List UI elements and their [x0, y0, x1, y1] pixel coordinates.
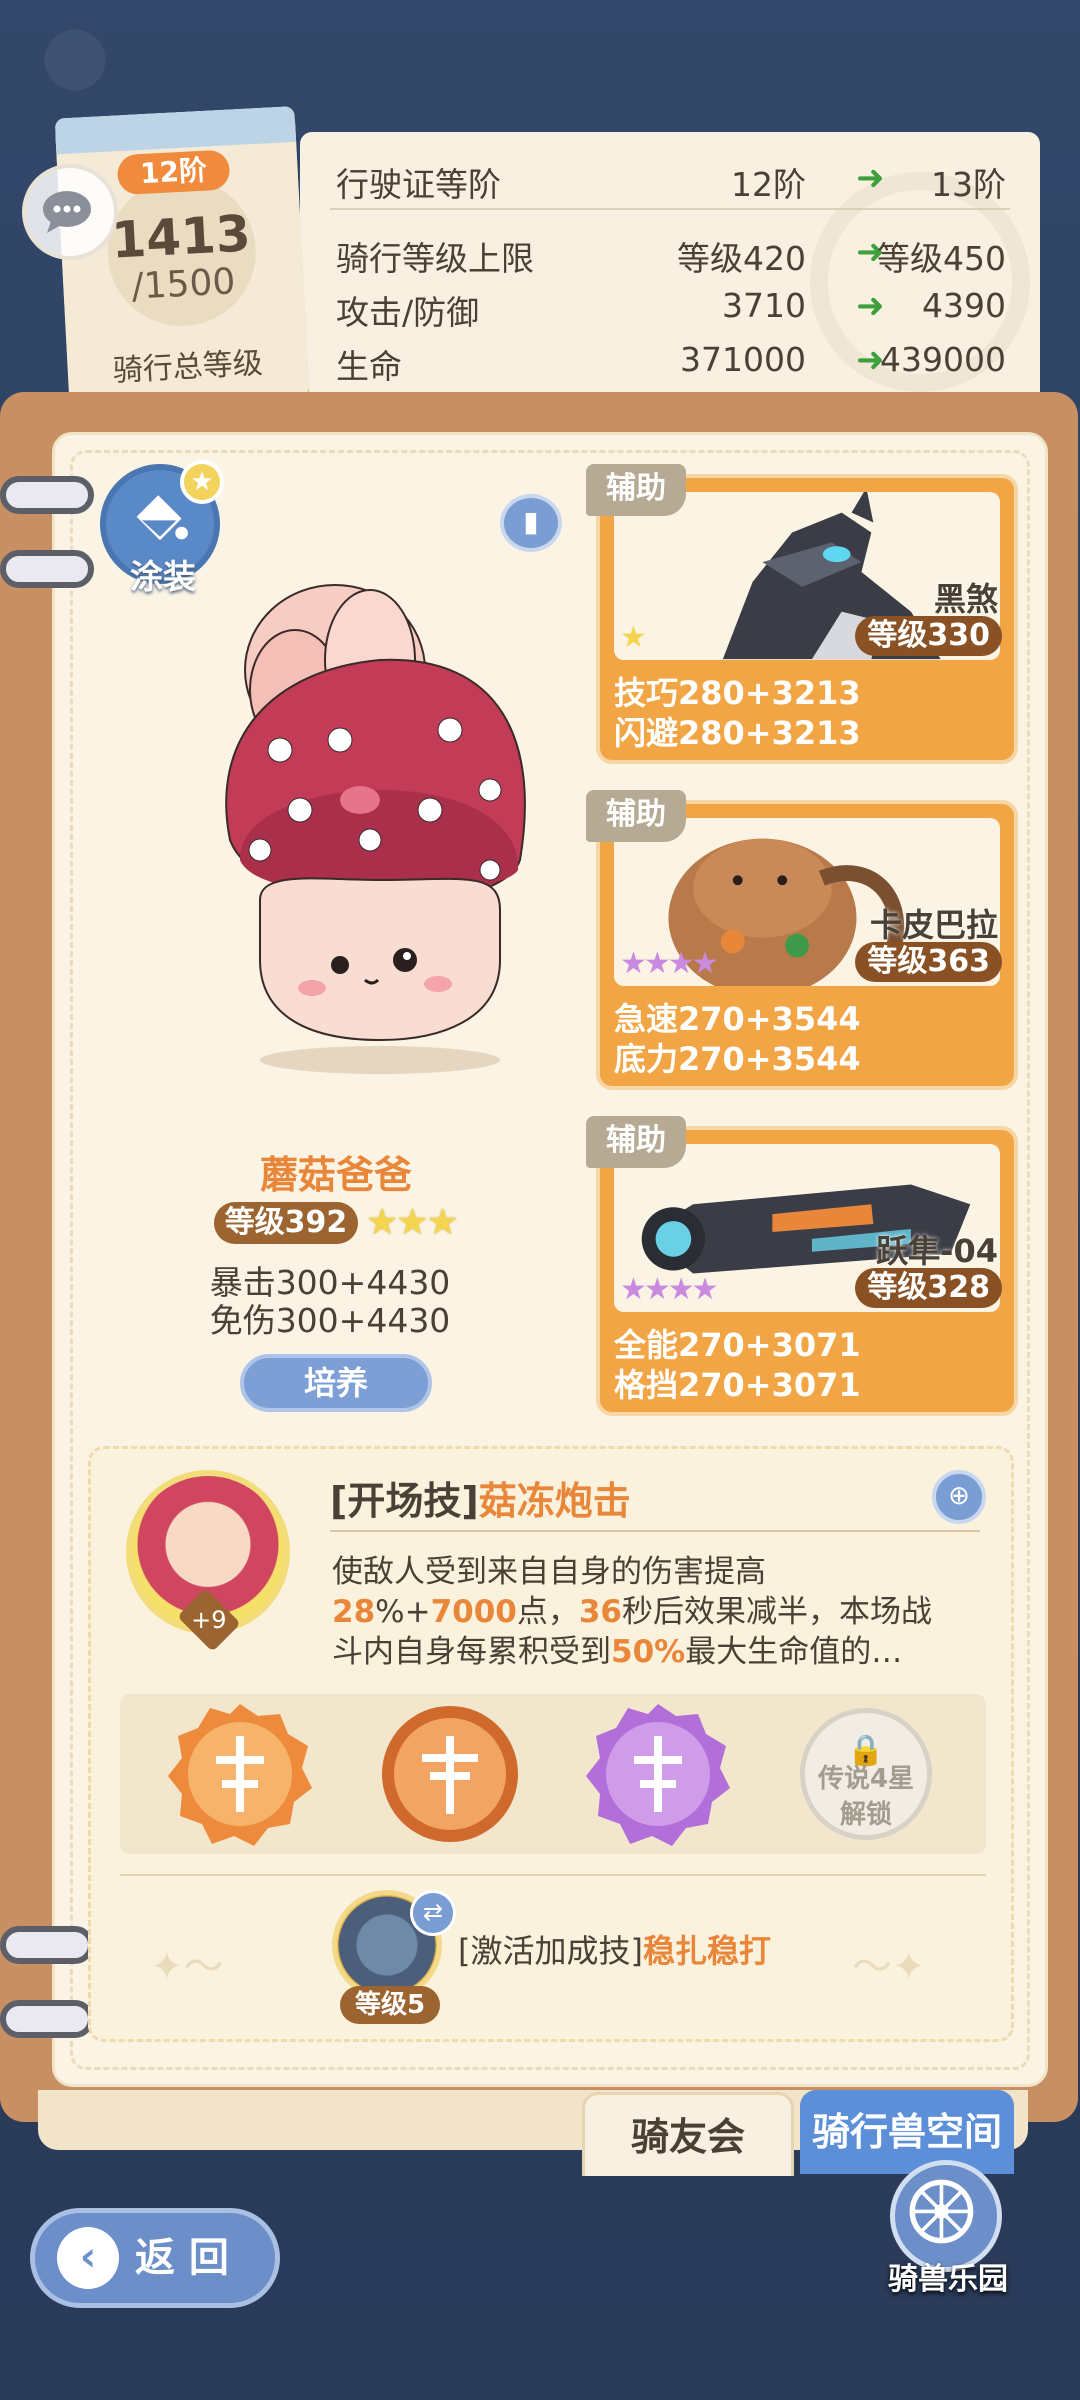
divider: [330, 208, 1010, 210]
mushroom-mount-image: [225, 584, 526, 1074]
binder-ring: [0, 476, 94, 514]
row-next: 等级450: [877, 239, 1006, 278]
helper-stat: 底力270+3544: [614, 1040, 861, 1078]
helper-stars: ★★★★: [620, 946, 719, 981]
bonus-level-badge: 等级5: [340, 1986, 440, 2024]
helper-tag: 辅助: [586, 790, 686, 842]
mount-name: 蘑菇爸爸: [259, 1153, 412, 1197]
binder-ring: [0, 550, 94, 588]
helper-stat: 格挡270+3071: [614, 1366, 861, 1404]
mount-stars: ★★★: [366, 1202, 459, 1243]
chat-icon: [43, 191, 91, 233]
skill-text: 秒后效果减半，本场战: [622, 1594, 932, 1630]
skill-plus-value: +9: [191, 1605, 227, 1634]
skill-text: 最大生命值的…: [685, 1634, 903, 1670]
upgrade-row: 骑行等级上限 等级420 ➜ 等级450: [336, 224, 1016, 278]
skill-value: 36: [578, 1594, 622, 1630]
row-next: 439000: [880, 340, 1006, 379]
rank-badge: 12阶: [116, 149, 231, 196]
helper-name: 跃隼-04: [876, 1232, 998, 1270]
row-label: 攻击/防御: [336, 293, 480, 332]
skill-value: 50%: [611, 1634, 686, 1670]
locked-text: 传说4星: [817, 1764, 915, 1794]
total-level-card: 12阶 1413 /1500 骑行总等级: [54, 105, 310, 409]
total-level-caption: 骑行总等级: [111, 345, 264, 389]
skill-value: 7000: [430, 1594, 517, 1630]
binder-ring: [0, 2000, 94, 2038]
mount-level-badge: 等级392: [214, 1202, 358, 1244]
helper-tag: 辅助: [586, 464, 686, 516]
helper-level: 等级363: [855, 942, 1002, 982]
locked-text: 解锁: [839, 1800, 892, 1830]
row-label: 骑行等级上限: [336, 239, 534, 278]
skill-desc-line: 斗内自身每累积受到50%最大生命值的…: [332, 1626, 992, 1671]
skill-title: [开场技]菇冻炮击: [330, 1470, 631, 1525]
back-button[interactable]: ‹ 返 回: [30, 2208, 280, 2308]
helper-card-2[interactable]: 辅助 卡皮巴拉 等级363 ★★★★ 急速270+3544 底力270+3544: [586, 790, 1018, 1090]
helper-stars: ★: [620, 620, 647, 655]
skill-desc-line: 28%+7000点，36秒后效果减半，本场战: [332, 1586, 992, 1631]
row-label: 生命: [336, 347, 402, 386]
divider: [120, 1874, 986, 1876]
upgrade-stats-card: 行驶证等阶 12阶 ➜ 13阶 骑行等级上限 等级420 ➜ 等级450 攻击/…: [300, 132, 1040, 412]
row-next: 4390: [922, 286, 1006, 325]
back-arrow-icon: ‹: [57, 2227, 119, 2289]
zoom-icon[interactable]: ⊕: [932, 1470, 986, 1524]
skill-text: 斗内自身每累积受到: [332, 1634, 611, 1670]
helper-name: 卡皮巴拉: [869, 906, 998, 944]
rune-purple-icon[interactable]: [584, 1700, 732, 1848]
row-current: 371000: [680, 340, 806, 379]
helper-stat: 闪避280+3213: [614, 714, 861, 752]
tab-rider-club[interactable]: 骑友会: [582, 2092, 794, 2176]
rune-bronze-icon[interactable]: [378, 1702, 522, 1846]
star-icon: ★: [180, 460, 224, 504]
upgrade-row: 行驶证等阶 12阶 ➜ 13阶: [336, 150, 1016, 204]
skill-desc-line: 使敌人受到来自自身的伤害提高: [332, 1554, 766, 1590]
helper-card-1[interactable]: 辅助 黑煞 等级330 ★ 技巧280+3213 闪避280+3213: [586, 464, 1018, 764]
chat-button[interactable]: [22, 164, 118, 260]
bonus-name: 稳扎稳打: [642, 1932, 771, 1970]
divider: [330, 1530, 980, 1532]
skill-text: 点，: [516, 1594, 579, 1630]
row-current: 等级420: [677, 239, 806, 278]
skill-text: %+: [375, 1594, 431, 1630]
swirl-decor-icon: ✦〜: [150, 1944, 224, 1990]
helper-stars: ★★★★: [620, 1272, 719, 1307]
mount-park-label: 骑兽乐园: [888, 2262, 1008, 2297]
helper-level: 等级330: [855, 616, 1002, 656]
train-button[interactable]: 培养: [240, 1354, 432, 1412]
skill-prefix: [开场技]: [330, 1479, 479, 1523]
skill-value: 28: [332, 1594, 376, 1630]
mount-stat: 免伤300+4430: [209, 1301, 451, 1340]
helper-name: 黑煞: [933, 580, 998, 618]
row-current: 3710: [722, 286, 806, 325]
swap-icon[interactable]: ⇄: [410, 1890, 456, 1936]
row-label: 行驶证等阶: [336, 165, 501, 204]
swirl-decor-icon: 〜✦: [852, 1944, 926, 1990]
lock-icon: 🔒: [847, 1733, 885, 1768]
helper-tag: 辅助: [586, 1116, 686, 1168]
helper-card-3[interactable]: 辅助 跃隼-04 等级328 ★★★★ 全能270+3071 格挡270+307…: [586, 1116, 1018, 1416]
bonus-prefix: [激活加成技]: [458, 1932, 643, 1970]
rune-orange-icon[interactable]: [166, 1700, 314, 1848]
upgrade-row: 生命 371000 ➜ 439000: [336, 332, 1016, 386]
row-next: 13阶: [931, 165, 1006, 204]
skill-name: 菇冻炮击: [478, 1479, 631, 1523]
helper-level: 等级328: [855, 1268, 1002, 1308]
back-label: 返 回: [135, 2235, 229, 2281]
row-current: 12阶: [731, 165, 806, 204]
binder-ring: [0, 1926, 94, 1964]
rune-locked-slot[interactable]: 🔒 传说4星 解锁: [800, 1708, 932, 1840]
bonus-skill-title: [激活加成技]稳扎稳打: [458, 1926, 771, 1972]
upgrade-row: 攻击/防御 3710 ➜ 4390: [336, 278, 1016, 332]
